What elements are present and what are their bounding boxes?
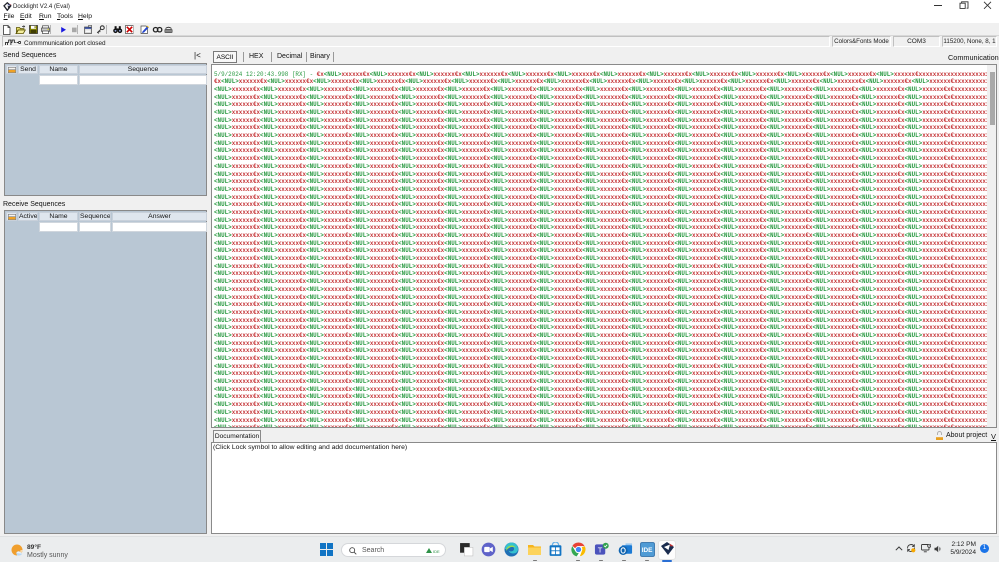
svg-text:T: T [598, 545, 603, 554]
svg-text:IDE: IDE [433, 549, 440, 554]
svg-text:IDE: IDE [642, 547, 653, 554]
